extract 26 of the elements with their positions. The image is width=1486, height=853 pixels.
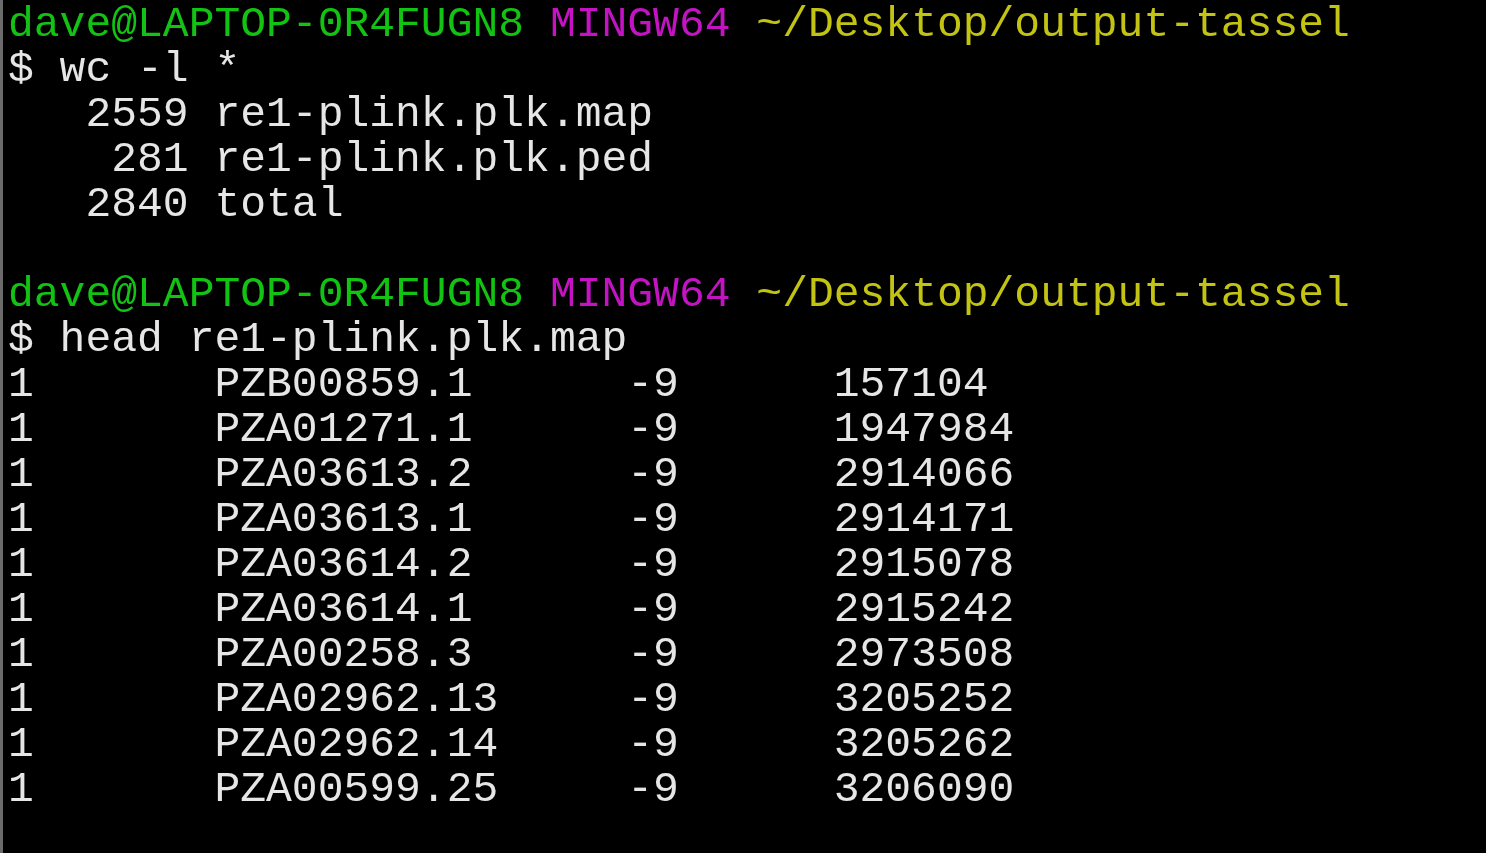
- user-host: dave@LAPTOP-0R4FUGN8: [8, 272, 525, 317]
- line-count: 281: [110, 137, 189, 182]
- shell-name: MINGW64: [549, 2, 731, 47]
- position-cell: 157104: [833, 362, 989, 407]
- position-cell: 1947984: [833, 407, 1015, 452]
- user-host: dave@LAPTOP-0R4FUGN8: [8, 2, 525, 47]
- position-cell: 2914066: [833, 452, 1015, 497]
- shell-name: MINGW64: [549, 272, 731, 317]
- position-cell: 3205252: [833, 677, 1015, 722]
- file-name: re1-plink.plk.map: [214, 92, 654, 137]
- position-cell: 2915242: [833, 587, 1015, 632]
- line-count: 2840: [84, 182, 189, 227]
- position-cell: 2973508: [833, 632, 1015, 677]
- working-directory: ~/Desktop/output-tassel: [756, 2, 1350, 47]
- command-text: head re1-plink.plk.map: [59, 317, 628, 362]
- file-name: re1-plink.plk.ped: [214, 137, 654, 182]
- position-cell: 3206090: [833, 767, 1015, 812]
- working-directory: ~/Desktop/output-tassel: [756, 272, 1350, 317]
- position-cell: 2915078: [833, 542, 1015, 587]
- prompt-symbol: $: [8, 317, 34, 362]
- line-count: 2559: [84, 92, 189, 137]
- command-text: wc -l *: [59, 47, 241, 92]
- position-cell: 2914171: [833, 497, 1015, 542]
- file-name: total: [214, 182, 344, 227]
- position-cell: 3205262: [833, 722, 1015, 767]
- prompt-symbol: $: [8, 47, 34, 92]
